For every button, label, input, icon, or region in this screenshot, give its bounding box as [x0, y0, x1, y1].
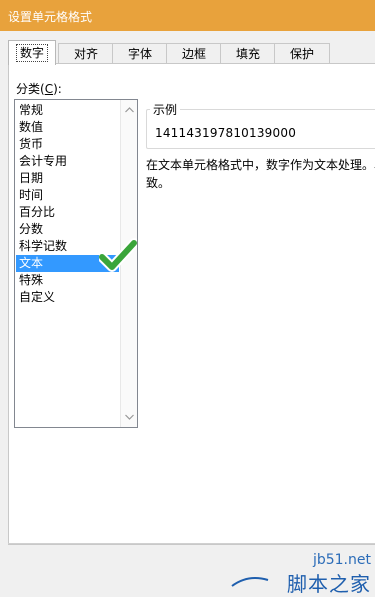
watermark-name: 脚本之家 [287, 572, 371, 596]
tab-border-label: 边框 [181, 47, 206, 61]
description-line-1: 在文本单元格格式中，数字作为文本处理。单 [146, 158, 375, 172]
list-item-time[interactable]: 时间 [16, 187, 119, 204]
list-item-accounting[interactable]: 会计专用 [16, 153, 119, 170]
panel-bottom-divider [8, 543, 375, 544]
sample-legend: 示例 [150, 101, 181, 118]
list-item-date[interactable]: 日期 [16, 170, 119, 187]
list-item-number[interactable]: 数值 [16, 119, 119, 136]
window-title: 设置单元格格式 [8, 10, 93, 24]
watermark-swoosh-icon [231, 577, 269, 587]
tab-protection[interactable]: 保护 [274, 43, 330, 64]
tab-fill[interactable]: 填充 [220, 43, 276, 64]
tab-border[interactable]: 边框 [166, 43, 222, 64]
scroll-up-arrow-icon[interactable] [121, 102, 137, 118]
tab-alignment-label: 对齐 [73, 47, 98, 61]
category-label: 分类(C): [16, 80, 62, 97]
tab-alignment[interactable]: 对齐 [58, 43, 114, 64]
green-checkmark-icon [97, 238, 139, 272]
tab-strip: 数字 对齐 字体 边框 填充 保护 [8, 40, 375, 65]
watermark-url: jb51.net [312, 552, 371, 568]
list-item-currency[interactable]: 货币 [16, 136, 119, 153]
tab-number[interactable]: 数字 [8, 40, 56, 65]
format-description: 在文本单元格格式中，数字作为文本处理。单 致。 [146, 156, 375, 192]
list-item-special[interactable]: 特殊 [16, 272, 119, 289]
tab-font[interactable]: 字体 [112, 43, 168, 64]
category-list: 常规 数值 货币 会计专用 日期 时间 百分比 分数 科学记数 文本 特殊 自定… [16, 102, 119, 306]
list-item-fraction[interactable]: 分数 [16, 221, 119, 238]
sample-value: 141143197810139000 [155, 126, 297, 140]
category-label-prefix: 分类( [16, 82, 45, 96]
list-item-general[interactable]: 常规 [16, 102, 119, 119]
site-watermark: jb51.net 脚本之家 [230, 552, 375, 596]
list-item-percentage[interactable]: 百分比 [16, 204, 119, 221]
category-label-accesskey: C [44, 82, 54, 96]
tab-font-label: 字体 [127, 47, 152, 61]
tab-number-label: 数字 [15, 44, 49, 62]
description-line-2: 致。 [146, 176, 171, 190]
scroll-down-arrow-icon[interactable] [121, 409, 137, 425]
category-label-suffix: ): [53, 82, 62, 96]
tab-protection-label: 保护 [289, 47, 314, 61]
title-bar[interactable]: 设置单元格格式 [0, 0, 375, 31]
sample-group: 示例 141143197810139000 [146, 101, 375, 149]
tab-fill-label: 填充 [235, 47, 260, 61]
list-item-custom[interactable]: 自定义 [16, 289, 119, 306]
